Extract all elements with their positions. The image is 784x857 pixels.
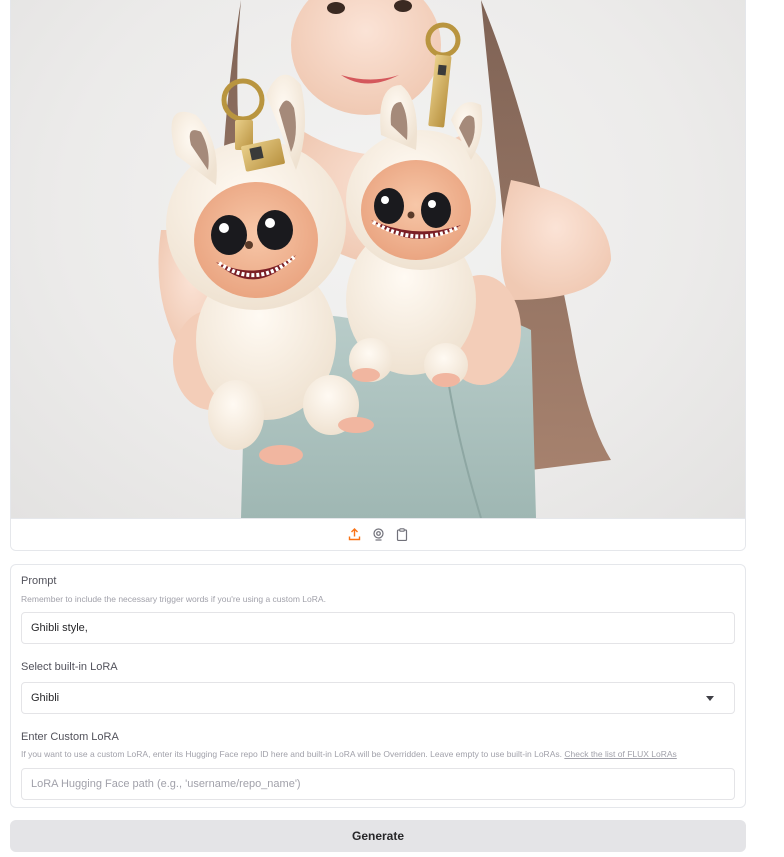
webcam-icon[interactable] [371, 528, 385, 542]
lora-select-dropdown[interactable]: Ghibli [21, 682, 735, 714]
flux-loras-link[interactable]: Check the list of FLUX LoRAs [564, 749, 676, 759]
photo-illustration [158, 0, 611, 518]
image-toolbar [11, 518, 745, 550]
uploaded-image[interactable] [11, 0, 745, 518]
prompt-label: Prompt [21, 575, 57, 587]
prompt-hint: Remember to include the necessary trigge… [21, 594, 326, 604]
upload-icon[interactable] [347, 528, 361, 542]
custom-lora-label: Enter Custom LoRA [21, 731, 119, 743]
lora-select-value: Ghibli [31, 692, 60, 704]
image-panel [10, 0, 746, 551]
prompt-input[interactable]: Ghibli style, [21, 612, 735, 644]
custom-lora-hint: If you want to use a custom LoRA, enter … [21, 749, 677, 759]
clipboard-icon[interactable] [395, 528, 409, 542]
lora-select-label: Select built-in LoRA [21, 661, 118, 673]
settings-panel: Prompt Remember to include the necessary… [10, 564, 746, 808]
custom-lora-input[interactable] [21, 768, 735, 800]
chevron-down-icon [706, 696, 714, 701]
generate-button[interactable]: Generate [10, 820, 746, 852]
